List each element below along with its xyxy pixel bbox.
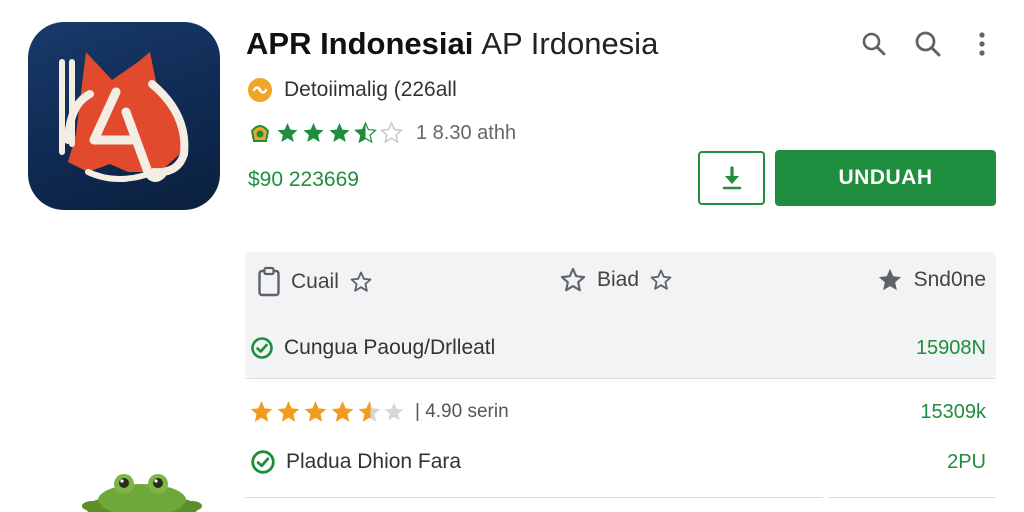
review-rating-row[interactable]: | 4.90 serin 15309k	[245, 394, 996, 430]
app-logo-icon	[59, 52, 189, 182]
download-icon	[722, 166, 741, 190]
app-title-main: APR Indonesiai	[246, 26, 474, 61]
panel-item-label: Biad	[597, 268, 640, 291]
star-outline-icon	[650, 269, 672, 290]
frog-image	[82, 474, 202, 512]
star-outline-icon	[384, 402, 404, 421]
star-icon	[329, 123, 350, 142]
app-title: APR Indonesiai AP Irdonesia	[246, 26, 658, 66]
info-panel: Cuail Biad Snd0ne Cungua Paoug/Drlleatl …	[245, 252, 996, 378]
divider	[828, 497, 996, 498]
review-rating-text: | 4.90 serin	[415, 401, 509, 422]
star-outline-icon	[350, 271, 372, 292]
star-half-icon	[354, 121, 377, 144]
app-icon	[28, 22, 220, 210]
panel-item-cuail[interactable]: Cuail	[257, 266, 373, 298]
star-icon	[277, 401, 300, 422]
price-text: $90 223669	[248, 168, 359, 191]
info-row-label: Cungua Paoug/Drlleatl	[284, 336, 496, 359]
star-half-icon	[358, 401, 381, 422]
feature-check-item: Pladua Dhion Fara	[250, 449, 461, 475]
more-vert-icon[interactable]	[966, 28, 998, 60]
download-icon-button[interactable]	[698, 151, 765, 205]
app-title-sub: AP Irdonesia	[481, 26, 659, 61]
panel-item-label: Cuail	[291, 270, 339, 293]
info-check-item: Cungua Paoug/Drlleatl	[250, 336, 495, 360]
divider	[245, 378, 996, 379]
search-icon[interactable]	[858, 28, 890, 60]
review-stars	[248, 399, 405, 425]
feature-row[interactable]: Pladua Dhion Fara 2PU	[245, 444, 996, 480]
review-rating-value: 15309k	[920, 400, 986, 423]
developer-line: Detoiimalig (226all	[248, 78, 457, 102]
developer-badge-icon	[248, 78, 272, 102]
feature-row-label: Pladua Dhion Fara	[286, 450, 462, 473]
star-filled-icon	[878, 268, 901, 291]
info-panel-top-row: Cuail Biad Snd0ne	[245, 266, 996, 306]
award-badge-icon	[250, 125, 270, 142]
divider	[245, 497, 823, 498]
panel-item-biad[interactable]: Biad	[559, 266, 673, 294]
star-outline-icon	[379, 121, 404, 144]
star-icon	[331, 401, 354, 422]
info-row-value: 15908N	[915, 336, 986, 359]
star-outline-icon	[560, 267, 586, 292]
check-circle-icon	[251, 450, 275, 474]
star-icon	[250, 401, 273, 422]
developer-name[interactable]: Detoiimalig (226all	[284, 78, 457, 102]
star-icon	[304, 401, 327, 422]
panel-item-label: Snd0ne	[913, 268, 986, 291]
toolbar-icons	[858, 28, 998, 60]
rating-count: 1 8.30 athh	[416, 121, 517, 144]
star-icon	[303, 123, 324, 142]
clipboard-icon	[258, 266, 280, 297]
rating-stars	[275, 121, 404, 145]
info-panel-row[interactable]: Cungua Paoug/Drlleatl 15908N	[245, 330, 996, 366]
star-icon	[277, 123, 298, 142]
rating-line: 1 8.30 athh	[248, 121, 516, 145]
feature-row-value: 2PU	[947, 450, 986, 473]
check-circle-icon	[251, 337, 273, 359]
panel-item-sndone[interactable]: Snd0ne	[876, 266, 986, 294]
install-button[interactable]: UNDUAH	[775, 150, 996, 206]
search-icon[interactable]	[912, 28, 944, 60]
